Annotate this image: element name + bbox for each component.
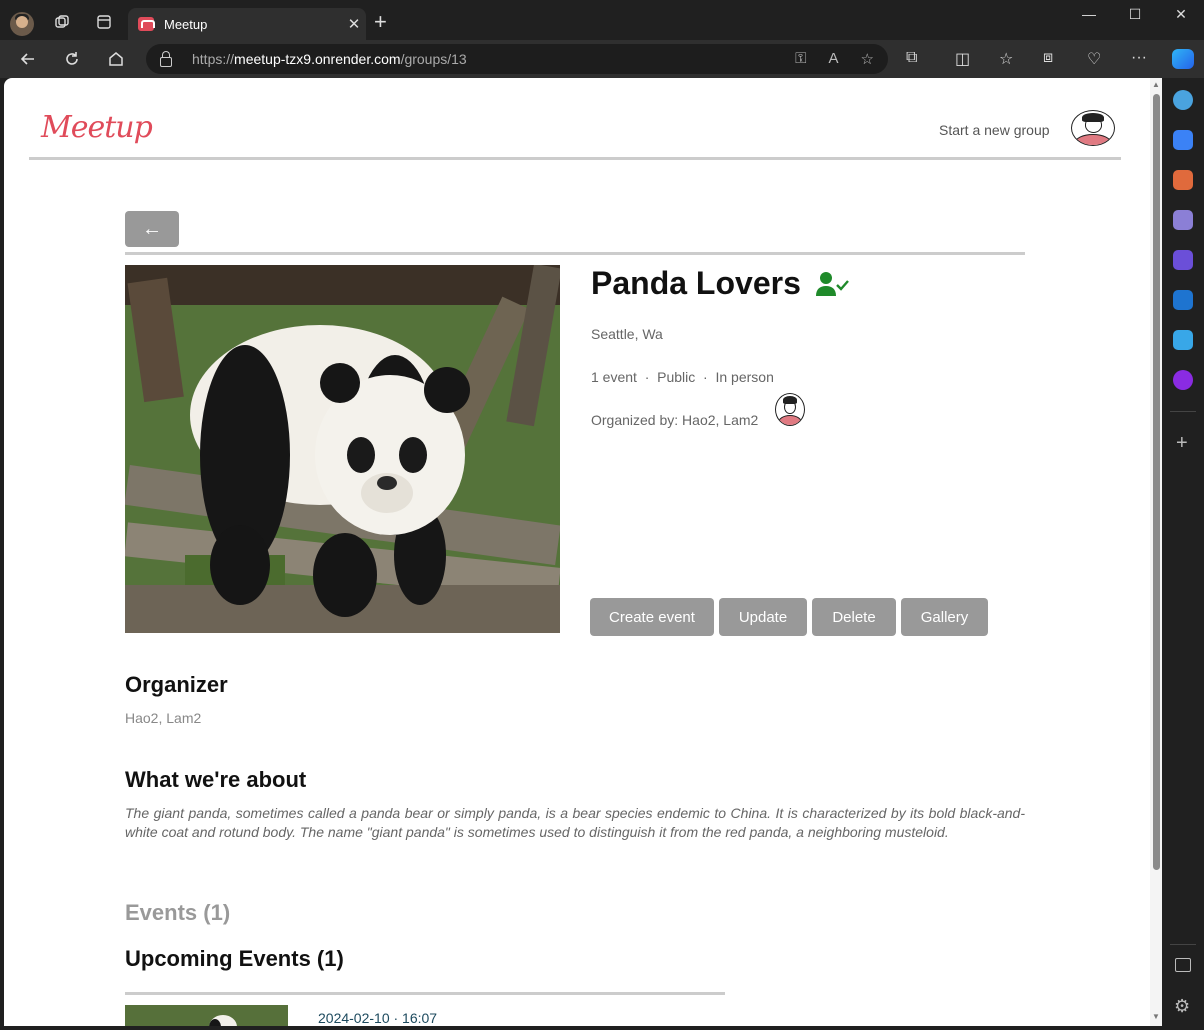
split-screen-icon[interactable]: ◫: [955, 49, 970, 69]
browser-title-bar: Meetup ✕ + — ☐ ✕: [0, 0, 1204, 40]
collections-icon[interactable]: ⧈: [1043, 49, 1053, 67]
group-location: Seattle, Wa: [591, 326, 663, 342]
group-image: [125, 265, 560, 633]
scroll-up-icon[interactable]: ▲: [1152, 80, 1160, 89]
tab-actions-icon[interactable]: [90, 8, 118, 36]
upcoming-events-heading: Upcoming Events (1): [125, 946, 344, 971]
maximize-button[interactable]: ☐: [1112, 6, 1158, 23]
meetup-logo[interactable]: Meetup: [41, 110, 153, 145]
group-meta: 1 event · Public · In person: [591, 369, 774, 385]
browser-toolbar: https://meetup-tzx9.onrender.com/groups/…: [0, 40, 1204, 78]
copilot-icon[interactable]: [1172, 49, 1194, 69]
edge-sidebar: + ⚙: [1162, 78, 1204, 1030]
update-button[interactable]: Update: [719, 598, 807, 636]
extensions-icon[interactable]: ⧉: [906, 49, 917, 67]
create-event-button[interactable]: Create event: [590, 598, 714, 636]
sidebar-divider: [1170, 944, 1196, 945]
workspaces-icon[interactable]: [48, 8, 76, 36]
close-window-button[interactable]: ✕: [1158, 6, 1204, 23]
extension-u-icon[interactable]: [1173, 370, 1193, 390]
back-nav-icon[interactable]: [15, 46, 41, 72]
start-new-group-link[interactable]: Start a new group: [939, 122, 1050, 138]
favorite-star-icon[interactable]: ☆: [861, 50, 874, 68]
page-viewport: Meetup Start a new group ← Panda Lovers …: [4, 78, 1162, 1026]
organizer-heading: Organizer: [125, 672, 228, 697]
send-icon[interactable]: [1173, 330, 1193, 350]
gallery-button[interactable]: Gallery: [901, 598, 988, 636]
organizer-names: Hao2, Lam2: [125, 710, 202, 726]
refresh-icon[interactable]: [59, 46, 85, 72]
shopping-icon[interactable]: [1173, 130, 1193, 150]
key-icon[interactable]: ⚿: [795, 50, 806, 68]
scroll-down-icon[interactable]: ▼: [1152, 1012, 1160, 1021]
event-datetime[interactable]: 2024-02-10 · 16:07: [318, 1010, 437, 1026]
profile-avatar[interactable]: [10, 12, 34, 36]
new-tab-button[interactable]: +: [374, 10, 387, 34]
favorites-icon[interactable]: ☆: [999, 49, 1013, 69]
hide-sidebar-icon[interactable]: [1175, 958, 1191, 972]
about-heading: What we're about: [125, 767, 307, 792]
group-title: Panda Lovers: [591, 265, 801, 301]
event-image[interactable]: [125, 1005, 288, 1026]
page-scrollbar[interactable]: ▲ ▼: [1150, 78, 1162, 1026]
lock-icon[interactable]: [160, 50, 172, 67]
more-menu-icon[interactable]: ···: [1131, 49, 1147, 67]
tools-icon[interactable]: [1173, 170, 1193, 190]
tab-meetup[interactable]: Meetup ✕: [128, 8, 366, 40]
read-aloud-icon[interactable]: A: [829, 50, 839, 68]
office-icon[interactable]: [1173, 250, 1193, 270]
organized-by: Organized by: Hao2, Lam2: [591, 412, 759, 428]
divider: [125, 252, 1025, 255]
browser-essentials-icon[interactable]: ♡: [1087, 49, 1101, 69]
back-button[interactable]: ←: [125, 211, 179, 247]
meetup-favicon-icon: [138, 17, 155, 31]
home-icon[interactable]: [103, 46, 129, 72]
divider: [125, 992, 725, 995]
sidebar-divider: [1170, 411, 1196, 412]
scrollbar-thumb[interactable]: [1153, 94, 1160, 870]
tab-title: Meetup: [164, 16, 208, 32]
search-icon[interactable]: [1173, 90, 1193, 110]
tab-close-icon[interactable]: ✕: [342, 15, 366, 33]
delete-button[interactable]: Delete: [812, 598, 896, 636]
url-text[interactable]: https://meetup-tzx9.onrender.com/groups/…: [192, 51, 467, 67]
games-icon[interactable]: [1173, 210, 1193, 230]
site-header: Meetup Start a new group: [29, 98, 1121, 160]
minimize-button[interactable]: —: [1066, 6, 1112, 22]
outlook-icon[interactable]: [1173, 290, 1193, 310]
user-avatar-icon[interactable]: [1071, 110, 1115, 146]
address-bar[interactable]: https://meetup-tzx9.onrender.com/groups/…: [146, 44, 888, 74]
about-text: The giant panda, sometimes called a pand…: [125, 805, 1025, 840]
joined-member-icon: [816, 271, 850, 297]
settings-gear-icon[interactable]: ⚙: [1174, 996, 1190, 1017]
events-count-heading[interactable]: Events (1): [125, 900, 230, 926]
organizer-avatar-icon: [775, 393, 805, 426]
add-sidebar-app-icon[interactable]: +: [1176, 432, 1188, 455]
